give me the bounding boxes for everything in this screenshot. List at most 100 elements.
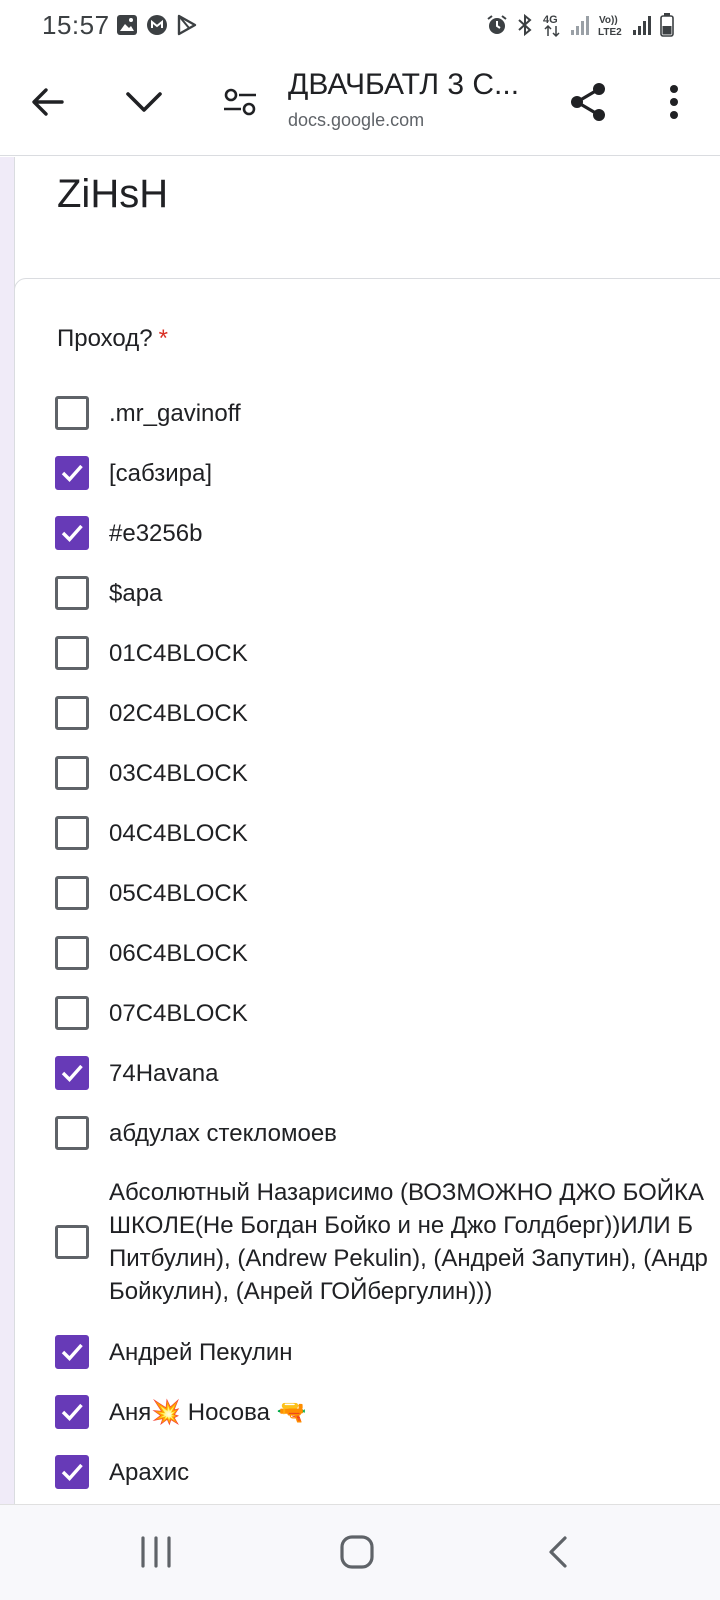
option-label: [сабзира] [109,459,213,487]
check-icon [59,1060,85,1086]
option-label: 03C4BLOCK [109,759,248,787]
option-label-line: Абсолютный Назарисимо (ВОЗМОЖНО ДЖО БОЙК… [109,1179,704,1206]
svg-text:4G: 4G [543,14,558,26]
checkbox[interactable] [55,756,89,790]
home-icon [339,1534,375,1575]
option-label-line: ШКОЛЕ(Не Богдан Бойко и не Джо Голдберг)… [109,1212,694,1239]
svg-text:LTE2: LTE2 [598,27,622,38]
checkbox-option[interactable]: 04C4BLOCK [55,816,720,850]
checkbox[interactable] [55,576,89,610]
messenger-icon [146,14,168,36]
question-text: Проход? [57,325,153,352]
tune-icon [222,87,258,122]
option-label: Абсолютный Назарисимо (ВОЗМОЖНО ДЖО БОЙК… [109,1176,709,1308]
option-label: $apa [109,579,163,607]
answer-text: ZiHsH [57,172,169,216]
option-label: Аня💥 Носова 🔫 [109,1398,307,1426]
alarm-icon [486,14,508,36]
chevron-down-icon [124,88,164,121]
page-settings-button[interactable] [212,76,268,132]
option-label: 04C4BLOCK [109,819,248,847]
play-store-icon [176,14,198,36]
checkbox-option[interactable]: 06C4BLOCK [55,936,720,970]
svg-text:Vo)): Vo)) [599,15,618,26]
checkbox[interactable] [55,1056,89,1090]
volte-lte2-icon: Vo)) LTE2 [598,12,624,38]
status-time: 15:57 [42,10,110,40]
question-title: Проход? * [57,325,168,353]
checkbox-option[interactable]: 05C4BLOCK [55,876,720,910]
option-label: абдулах стекломоев [109,1119,337,1147]
checkbox[interactable] [55,1455,89,1489]
option-label-line: Питбулин), (Andrew Pekulin), (Андрей Зап… [109,1245,708,1272]
option-label: 74Havana [109,1059,219,1087]
more-options-button[interactable] [646,76,702,132]
checkbox-option[interactable]: #e3256b [55,516,720,550]
system-back-button[interactable] [528,1529,588,1579]
checkbox-option[interactable]: Андрей Пекулин [55,1335,720,1369]
checkbox-option[interactable]: 07C4BLOCK [55,996,720,1030]
option-label: 06C4BLOCK [109,939,248,967]
status-bar: 15:57 4G Vo)) LTE2 [0,0,720,52]
browser-toolbar: ДВАЧБАТЛ 3 С... docs.google.com [0,52,720,156]
4g-icon: 4G [542,12,562,38]
recents-icon [139,1535,173,1573]
checkbox-option[interactable]: Аня💥 Носова 🔫 [55,1395,720,1429]
checkbox[interactable] [55,876,89,910]
back-icon [546,1535,570,1574]
checkbox[interactable] [55,456,89,490]
check-icon [59,520,85,546]
checkbox[interactable] [55,696,89,730]
question-card: Проход? * .mr_gavinoff [сабзира] #e3256b … [14,278,720,1504]
share-icon [568,81,608,128]
minimize-button[interactable] [116,76,172,132]
checkbox[interactable] [55,1395,89,1429]
checkbox-option[interactable]: 74Havana [55,1056,720,1090]
option-label: 07C4BLOCK [109,999,248,1027]
checkbox-option[interactable]: [сабзира] [55,456,720,490]
option-label: 01C4BLOCK [109,639,248,667]
option-label: Арахис [109,1458,190,1486]
check-icon [59,1399,85,1425]
checkbox-option[interactable]: 03C4BLOCK [55,756,720,790]
home-button[interactable] [327,1529,387,1579]
checkbox[interactable] [55,996,89,1030]
option-label: 05C4BLOCK [109,879,248,907]
checkbox-option[interactable]: 01C4BLOCK [55,636,720,670]
signal-icon [570,14,590,36]
checkbox-option[interactable]: абдулах стекломоев [55,1116,720,1150]
page-url: docs.google.com [288,110,425,130]
checkbox[interactable] [55,936,89,970]
check-icon [59,460,85,486]
checkbox-option[interactable]: 02C4BLOCK [55,696,720,730]
bluetooth-icon [516,13,534,37]
option-label: #e3256b [109,519,203,547]
required-asterisk: * [158,325,168,352]
system-status-icons: 4G Vo)) LTE2 [486,12,674,38]
option-label-line: Бойкулин), (Анрей ГОЙбергулин))) [109,1278,493,1305]
signal-icon [632,14,652,36]
option-label: Андрей Пекулин [109,1338,293,1366]
check-icon [59,1339,85,1365]
checkbox[interactable] [55,396,89,430]
arrow-back-icon [30,84,66,125]
checkbox-option[interactable]: $apa [55,576,720,610]
back-button[interactable] [20,76,76,132]
gallery-icon [116,14,138,36]
checkbox[interactable] [55,1335,89,1369]
checkbox-option[interactable]: Абсолютный Назарисимо (ВОЗМОЖНО ДЖО БОЙК… [55,1176,720,1308]
recents-button[interactable] [126,1529,186,1579]
check-icon [59,1459,85,1485]
checkbox-option[interactable]: Арахис [55,1455,720,1489]
checkbox[interactable] [55,1116,89,1150]
system-nav-bar [0,1504,720,1600]
checkbox[interactable] [55,816,89,850]
form-content: ZiHsH Проход? * .mr_gavinoff [сабзира] #e… [0,157,720,1504]
checkbox[interactable] [55,516,89,550]
checkbox[interactable] [55,1225,89,1259]
checkbox[interactable] [55,636,89,670]
share-button[interactable] [560,76,616,132]
option-label: .mr_gavinoff [109,399,241,427]
checkbox-option[interactable]: .mr_gavinoff [55,396,720,430]
more-vert-icon [668,84,680,125]
